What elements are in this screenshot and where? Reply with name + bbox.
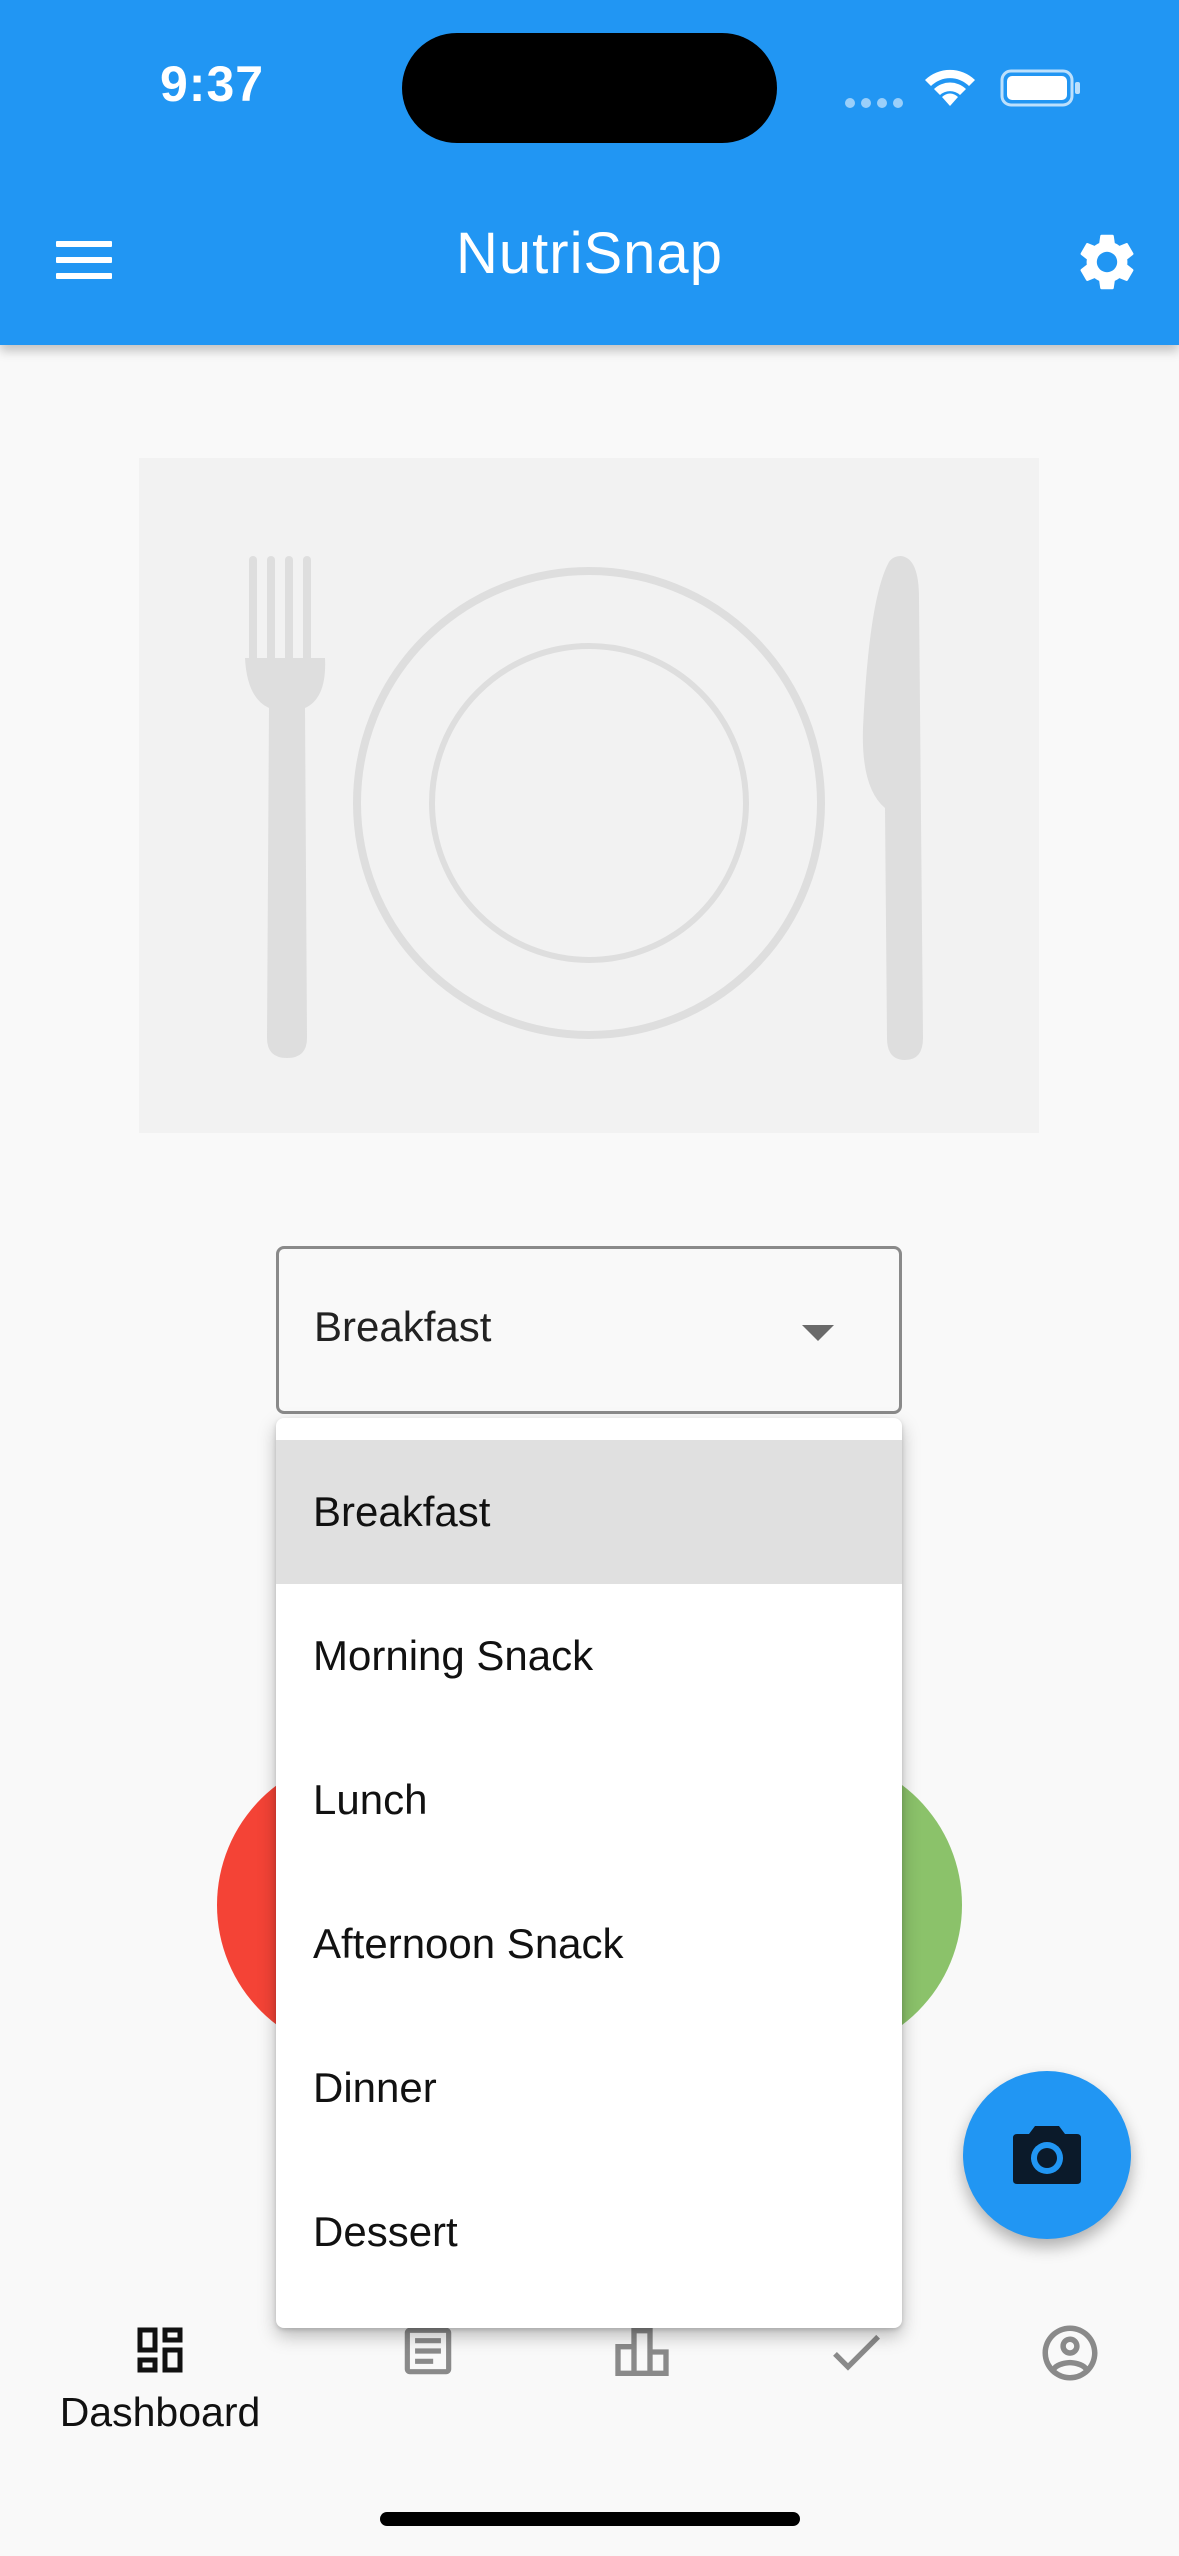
menu-item-breakfast[interactable]: Breakfast (276, 1440, 902, 1584)
nav-label-dashboard: Dashboard (59, 2389, 261, 2435)
camera-icon (1013, 2126, 1081, 2184)
battery-icon (1000, 69, 1080, 107)
dashboard-icon (137, 2327, 183, 2373)
leaderboard-icon (615, 2328, 669, 2376)
app-screen: 9:37 NutriSnap Breakfast Breakfast Morni… (0, 0, 1179, 2556)
account-circle-icon (1042, 2325, 1098, 2381)
nav-item-goals[interactable] (820, 2320, 892, 2389)
plate-cutlery-icon (245, 556, 923, 1060)
status-time: 9:37 (160, 56, 265, 112)
menu-item-dinner[interactable]: Dinner (276, 2016, 902, 2160)
menu-item-morning-snack[interactable]: Morning Snack (276, 1584, 902, 1728)
gear-icon[interactable] (1073, 228, 1141, 296)
nav-item-dashboard[interactable]: Dashboard (40, 2320, 280, 2436)
meal-image-placeholder[interactable] (139, 458, 1039, 1133)
nav-item-profile[interactable] (1034, 2320, 1106, 2391)
menu-item-lunch[interactable]: Lunch (276, 1728, 902, 1872)
cellular-signal-icon (845, 95, 909, 113)
article-icon (404, 2327, 452, 2375)
dropdown-arrow-icon (802, 1325, 834, 1341)
menu-item-afternoon-snack[interactable]: Afternoon Snack (276, 1872, 902, 2016)
camera-button[interactable] (963, 2071, 1131, 2239)
nav-item-log[interactable] (392, 2320, 464, 2387)
dynamic-island (402, 33, 777, 143)
menu-item-dessert[interactable]: Dessert (276, 2160, 902, 2304)
check-icon (833, 2334, 880, 2371)
app-bar: 9:37 NutriSnap (0, 0, 1179, 345)
meal-type-menu: Breakfast Morning Snack Lunch Afternoon … (276, 1418, 902, 2328)
nav-item-stats[interactable] (606, 2320, 678, 2389)
wifi-icon (925, 69, 975, 106)
meal-type-value: Breakfast (314, 1303, 492, 1350)
home-indicator (380, 2512, 800, 2526)
app-title: NutriSnap (456, 221, 723, 286)
meal-type-select[interactable]: Breakfast (276, 1246, 902, 1414)
